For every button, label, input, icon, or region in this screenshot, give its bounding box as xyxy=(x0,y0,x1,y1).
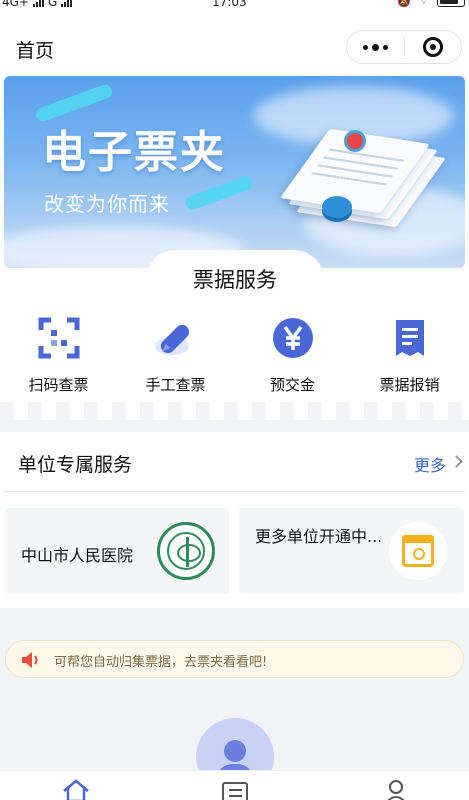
pencil-icon xyxy=(154,316,198,360)
wave-decoration xyxy=(0,402,469,420)
network-type: 4G+ xyxy=(2,0,29,9)
stripe-decoration xyxy=(183,174,255,212)
dot-icon xyxy=(363,44,368,50)
status-bar: 4G+ G 17:03 🔕 ⌔ xyxy=(0,0,469,12)
chevron-right-icon[interactable] xyxy=(450,455,463,468)
manual-ticket-label: 手工查票 xyxy=(145,376,206,394)
mini-program-capsule xyxy=(346,30,462,64)
tab-list[interactable] xyxy=(220,779,250,800)
nav-bar: 首页 xyxy=(0,12,469,74)
reimbursement-label: 票据报销 xyxy=(379,376,440,394)
prepayment-label: 预交金 xyxy=(269,376,315,394)
ticket-service-card: 电子票夹 改变为你而来 票据服务 扫码查票 手工查票 预交金 票据报销 xyxy=(0,74,469,420)
banner-subtitle: 改变为你而来 xyxy=(44,192,170,216)
avatar-head xyxy=(224,740,246,762)
receipt-icon xyxy=(388,316,432,360)
banner[interactable]: 电子票夹 改变为你而来 xyxy=(4,76,465,268)
calendar-icon xyxy=(402,535,434,567)
unit-name: 中山市人民医院 xyxy=(21,546,134,565)
list-icon xyxy=(222,782,248,800)
scan-ticket-label: 扫码查票 xyxy=(28,376,89,394)
unit-item-more-coming[interactable]: 更多单位开通中... xyxy=(239,508,464,594)
coin-icon xyxy=(322,196,352,218)
wifi-icon: ⌔ xyxy=(418,0,429,7)
banner-title: 电子票夹 xyxy=(42,127,226,178)
home-icon xyxy=(63,779,89,800)
signal-icon-2 xyxy=(61,0,73,7)
carrier-label: G xyxy=(48,0,58,9)
more-link[interactable]: 更多 xyxy=(414,452,446,476)
scan-icon xyxy=(37,316,81,360)
more-options-button[interactable] xyxy=(347,31,404,63)
scan-ticket-button[interactable]: 扫码查票 xyxy=(0,310,117,410)
tab-user[interactable] xyxy=(383,779,413,800)
user-icon xyxy=(387,780,405,800)
yen-icon xyxy=(271,316,315,360)
prepayment-button[interactable]: 预交金 xyxy=(234,310,351,410)
dot-icon xyxy=(372,43,379,51)
tab-home[interactable] xyxy=(61,779,91,800)
unit-service-title: 单位专属服务 xyxy=(18,454,133,476)
unit-service-card: 单位专属服务 更多 中山市人民医院 更多单位开通中... xyxy=(0,432,469,608)
ticket-service-title: 票据服务 xyxy=(193,268,277,292)
unit-item-zhongshan-hospital[interactable]: 中山市人民医院 xyxy=(5,508,229,594)
hospital-logo-icon xyxy=(157,522,215,580)
documents-illustration xyxy=(280,128,446,228)
speaker-icon xyxy=(20,651,40,669)
ticket-service-grid: 扫码查票 手工查票 预交金 票据报销 xyxy=(0,310,469,410)
unit-name: 更多单位开通中... xyxy=(255,527,383,546)
page: 4G+ G 17:03 🔕 ⌔ 首页 电子票夹 改变为你而来 票据服务 扫码查票… xyxy=(0,0,469,800)
medal-icon xyxy=(344,130,366,152)
reimbursement-button[interactable]: 票据报销 xyxy=(351,310,468,410)
clock: 17:03 xyxy=(212,0,247,9)
manual-ticket-button[interactable]: 手工查票 xyxy=(117,310,234,410)
divider xyxy=(4,491,465,492)
tab-bar xyxy=(0,770,469,800)
page-title: 首页 xyxy=(16,40,55,62)
signal-icon xyxy=(33,0,44,7)
notice-bar[interactable]: 可帮您自动归集票据，去票夹看看吧! xyxy=(5,640,464,678)
dot-icon xyxy=(383,44,388,50)
battery-icon xyxy=(437,0,465,7)
notice-text: 可帮您自动归集票据，去票夹看看吧! xyxy=(54,655,268,670)
target-icon xyxy=(422,37,443,57)
close-mini-program-button[interactable] xyxy=(405,31,461,63)
mute-icon: 🔕 xyxy=(396,0,411,8)
